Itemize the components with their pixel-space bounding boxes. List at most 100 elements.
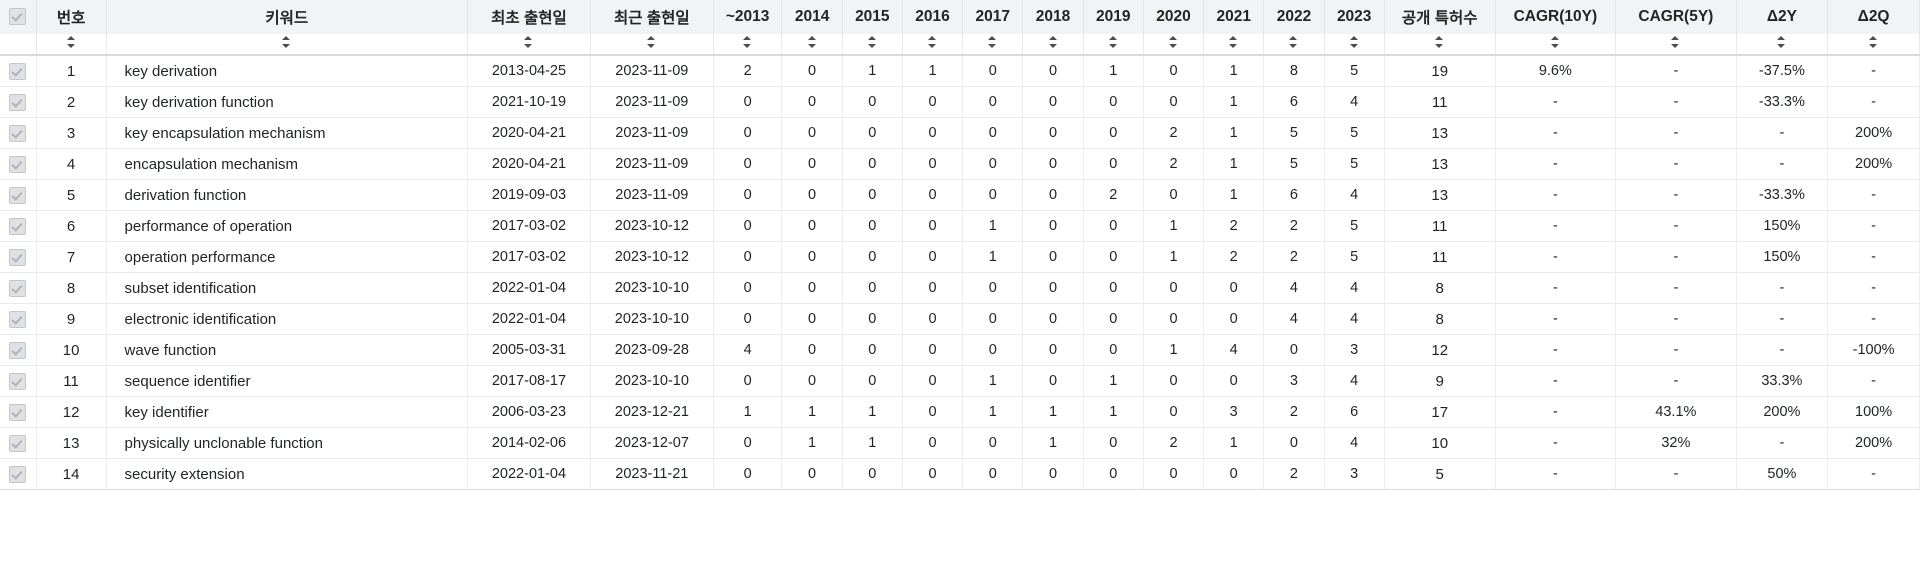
checkbox-checked-icon[interactable] <box>9 124 27 142</box>
sort-updown-icon[interactable] <box>1671 35 1680 49</box>
sort-updown-icon[interactable] <box>1229 35 1238 49</box>
sort-cell-cagr-10y[interactable] <box>1495 34 1617 56</box>
sort-cell-2015[interactable] <box>842 34 903 56</box>
checkbox-checked-icon[interactable] <box>9 186 27 204</box>
sort-updown-icon[interactable] <box>928 35 937 49</box>
sort-cell-last-date[interactable] <box>590 34 714 56</box>
sort-cell-2023[interactable] <box>1324 34 1385 56</box>
table-row[interactable]: 3 key encapsulation mechanism 2020-04-21 20… <box>0 117 1920 149</box>
row-select-cell[interactable] <box>0 272 37 304</box>
column-header-2014[interactable]: 2014 <box>781 0 843 34</box>
sort-updown-icon[interactable] <box>1435 35 1444 49</box>
sort-updown-icon[interactable] <box>807 35 817 49</box>
table-row[interactable]: 14 security extension 2022-01-04 2023-11-21… <box>0 458 1920 490</box>
column-header-2022[interactable]: 2022 <box>1263 0 1325 34</box>
sort-updown-icon[interactable] <box>1550 35 1560 49</box>
table-row[interactable]: 8 subset identification 2022-01-04 2023-10-… <box>0 272 1920 304</box>
sort-updown-icon[interactable] <box>647 35 656 49</box>
select-all-header-cell[interactable] <box>0 0 37 34</box>
sort-cell-2021[interactable] <box>1203 34 1265 56</box>
row-select-cell[interactable] <box>0 148 37 180</box>
column-header-2015[interactable]: 2015 <box>842 0 903 34</box>
table-row[interactable]: 1 key derivation 2013-04-25 2023-11-09 2 0 1 1 0… <box>0 55 1920 87</box>
table-row[interactable]: 6 performance of operation 2017-03-02 2023-… <box>0 210 1920 242</box>
table-row[interactable]: 7 operation performance 2017-03-02 2023-10-… <box>0 241 1920 273</box>
column-header-cagr-10y[interactable]: CAGR(10Y) <box>1495 0 1617 34</box>
sort-cell-2019[interactable] <box>1083 34 1144 56</box>
sort-cell-2018[interactable] <box>1022 34 1084 56</box>
row-select-cell[interactable] <box>0 210 37 242</box>
sort-updown-icon[interactable] <box>1168 35 1178 49</box>
sort-updown-icon[interactable] <box>66 35 76 49</box>
table-row[interactable]: 10 wave function 2005-03-31 2023-09-28 4 0 0 0 0… <box>0 334 1920 366</box>
column-header-2018[interactable]: 2018 <box>1022 0 1084 34</box>
sort-cell-2013[interactable] <box>713 34 783 56</box>
checkbox-checked-icon[interactable] <box>9 465 27 483</box>
row-select-cell[interactable] <box>0 55 37 87</box>
row-select-cell[interactable] <box>0 334 37 366</box>
sort-updown-icon[interactable] <box>282 35 291 49</box>
table-row[interactable]: 4 encapsulation mechanism 2020-04-21 2023-1… <box>0 148 1920 180</box>
sort-updown-icon[interactable] <box>1108 35 1118 49</box>
column-header-2019[interactable]: 2019 <box>1083 0 1144 34</box>
checkbox-checked-icon[interactable] <box>9 372 27 390</box>
sort-cell-2016[interactable] <box>902 34 964 56</box>
sort-cell-2014[interactable] <box>781 34 843 56</box>
column-header-cagr-5y[interactable]: CAGR(5Y) <box>1615 0 1737 34</box>
sort-updown-icon[interactable] <box>524 35 533 49</box>
checkbox-checked-icon[interactable] <box>9 341 27 359</box>
table-row[interactable]: 13 physically unclonable function 2014-02-… <box>0 427 1920 459</box>
table-row[interactable]: 11 sequence identifier 2017-08-17 2023-10-1… <box>0 365 1920 397</box>
column-header-delta-2y[interactable]: Δ2Y <box>1736 0 1829 34</box>
table-row[interactable]: 9 electronic identification 2022-01-04 2023… <box>0 303 1920 335</box>
sort-updown-icon[interactable] <box>1869 35 1878 49</box>
sort-cell-keyword[interactable] <box>106 34 469 56</box>
column-header-2020[interactable]: 2020 <box>1143 0 1205 34</box>
sort-cell-no[interactable] <box>36 34 107 56</box>
column-header-no[interactable]: 번호 <box>36 0 107 34</box>
sort-cell-delta-2y[interactable] <box>1736 34 1829 56</box>
checkbox-checked-icon[interactable] <box>9 155 27 173</box>
column-header-2017[interactable]: 2017 <box>962 0 1024 34</box>
sort-cell-total-patents[interactable] <box>1384 34 1496 56</box>
column-header-2016[interactable]: 2016 <box>902 0 964 34</box>
row-select-cell[interactable] <box>0 86 37 118</box>
column-header-2013[interactable]: ~2013 <box>713 0 783 34</box>
column-header-total-patents[interactable]: 공개 특허수 <box>1384 0 1496 34</box>
sort-cell-2020[interactable] <box>1143 34 1205 56</box>
checkbox-checked-icon[interactable] <box>9 434 27 452</box>
column-header-last-date[interactable]: 최근 출현일 <box>590 0 714 34</box>
sort-updown-icon[interactable] <box>743 35 752 49</box>
checkbox-checked-icon[interactable] <box>9 279 27 297</box>
checkbox-checked-icon[interactable] <box>9 62 27 80</box>
checkbox-checked-icon[interactable] <box>9 217 27 235</box>
sort-updown-icon[interactable] <box>988 35 997 49</box>
column-header-2023[interactable]: 2023 <box>1324 0 1385 34</box>
checkbox-checked-icon[interactable] <box>9 310 27 328</box>
table-row[interactable]: 2 key derivation function 2021-10-19 2023-1… <box>0 86 1920 118</box>
checkbox-checked-icon[interactable] <box>9 248 27 266</box>
select-all-checkbox-icon[interactable] <box>9 8 27 26</box>
sort-cell-delta-2q[interactable] <box>1827 34 1920 56</box>
row-select-cell[interactable] <box>0 365 37 397</box>
column-header-delta-2q[interactable]: Δ2Q <box>1827 0 1920 34</box>
sort-cell-first-date[interactable] <box>467 34 591 56</box>
table-row[interactable]: 12 key identifier 2006-03-23 2023-12-21 1 1 1 0… <box>0 396 1920 428</box>
row-select-cell[interactable] <box>0 303 37 335</box>
sort-cell-cagr-5y[interactable] <box>1615 34 1737 56</box>
column-header-first-date[interactable]: 최초 출현일 <box>467 0 591 34</box>
row-select-cell[interactable] <box>0 458 37 490</box>
checkbox-checked-icon[interactable] <box>9 93 27 111</box>
sort-updown-icon[interactable] <box>867 35 877 49</box>
sort-cell-2022[interactable] <box>1263 34 1325 56</box>
column-header-keyword[interactable]: 키워드 <box>106 0 469 34</box>
row-select-cell[interactable] <box>0 427 37 459</box>
row-select-cell[interactable] <box>0 396 37 428</box>
sort-updown-icon[interactable] <box>1349 35 1359 49</box>
sort-cell-2017[interactable] <box>962 34 1024 56</box>
table-row[interactable]: 5 derivation function 2019-09-03 2023-11-09… <box>0 179 1920 211</box>
sort-updown-icon[interactable] <box>1048 35 1058 49</box>
sort-updown-icon[interactable] <box>1777 35 1786 49</box>
row-select-cell[interactable] <box>0 179 37 211</box>
checkbox-checked-icon[interactable] <box>9 403 27 421</box>
